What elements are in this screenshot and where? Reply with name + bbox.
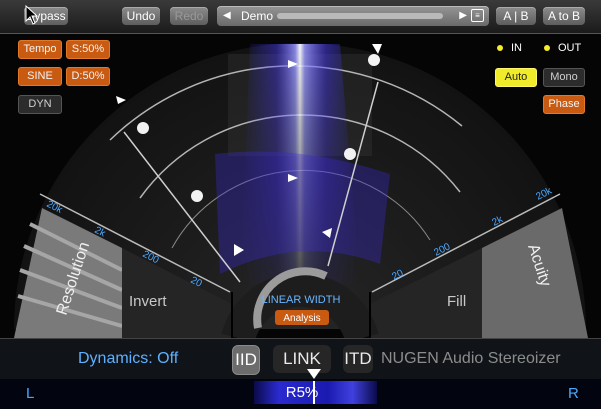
s50-button[interactable]: S:50%: [66, 40, 110, 59]
preset-next-icon[interactable]: ▶: [459, 6, 467, 26]
preset-track: [277, 13, 443, 19]
balance-value: R5%: [285, 384, 319, 401]
out-indicator: OUT: [544, 42, 581, 54]
balance-left-label: L: [26, 385, 35, 402]
sine-button[interactable]: SINE: [18, 67, 62, 86]
analysis-label: Analysis: [283, 313, 320, 324]
undo-button[interactable]: Undo: [122, 7, 160, 25]
in-label: IN: [511, 42, 522, 54]
out-led-icon: [544, 45, 550, 52]
width-handle[interactable]: [137, 122, 149, 134]
preset-prev-icon[interactable]: ◀: [223, 6, 231, 26]
redo-button[interactable]: Redo: [170, 7, 208, 25]
invert-label[interactable]: Invert: [129, 293, 167, 310]
mono-button[interactable]: Mono: [543, 68, 585, 87]
preset-menu-icon[interactable]: ≡: [471, 9, 484, 22]
main-display: 20k 2k 200 20 20k 2k 200 20 Resolution I…: [0, 34, 601, 338]
balance-right-label: R: [568, 385, 579, 402]
width-handle[interactable]: [368, 54, 380, 66]
dyn-button[interactable]: DYN: [18, 95, 62, 114]
mouse-cursor-icon: [25, 5, 38, 25]
phase-button[interactable]: Phase: [543, 95, 585, 114]
width-handle[interactable]: [191, 190, 203, 202]
itd-button[interactable]: ITD: [343, 345, 373, 373]
brand-label: NUGEN Audio Stereoizer: [381, 350, 561, 367]
dynamics-label[interactable]: Dynamics: Off: [78, 339, 178, 379]
a-to-b-button[interactable]: A to B: [543, 7, 585, 25]
balance-slider[interactable]: L R5% R: [0, 369, 601, 409]
fill-label[interactable]: Fill: [447, 293, 466, 310]
auto-button[interactable]: Auto: [495, 68, 537, 87]
in-indicator: IN: [497, 42, 522, 54]
preset-selector[interactable]: ◀ Demo ▶ ≡: [217, 6, 489, 26]
preset-name: Demo: [241, 9, 274, 23]
footer-bar: Dynamics: Off IID LINK ITD NUGEN Audio S…: [0, 338, 601, 379]
arrow-handle-icon[interactable]: [372, 44, 382, 54]
top-toolbar: Bypass Undo Redo ◀ Demo ▶ ≡ A | B A to B: [0, 0, 601, 34]
d50-button[interactable]: D:50%: [66, 67, 110, 86]
out-label: OUT: [558, 42, 582, 54]
width-handle[interactable]: [344, 148, 356, 160]
in-led-icon: [497, 45, 503, 52]
tempo-button[interactable]: Tempo: [18, 40, 62, 59]
iid-button[interactable]: IID: [232, 345, 260, 375]
link-button[interactable]: LINK: [273, 345, 331, 373]
linear-width-label: LINEAR WIDTH: [262, 294, 341, 306]
arrow-handle-icon[interactable]: [116, 96, 126, 104]
stereoizer-plugin-window: Bypass Undo Redo ◀ Demo ▶ ≡ A | B A to B: [0, 0, 601, 409]
balance-pointer-icon[interactable]: [307, 369, 321, 379]
ab-button[interactable]: A | B: [496, 7, 536, 25]
